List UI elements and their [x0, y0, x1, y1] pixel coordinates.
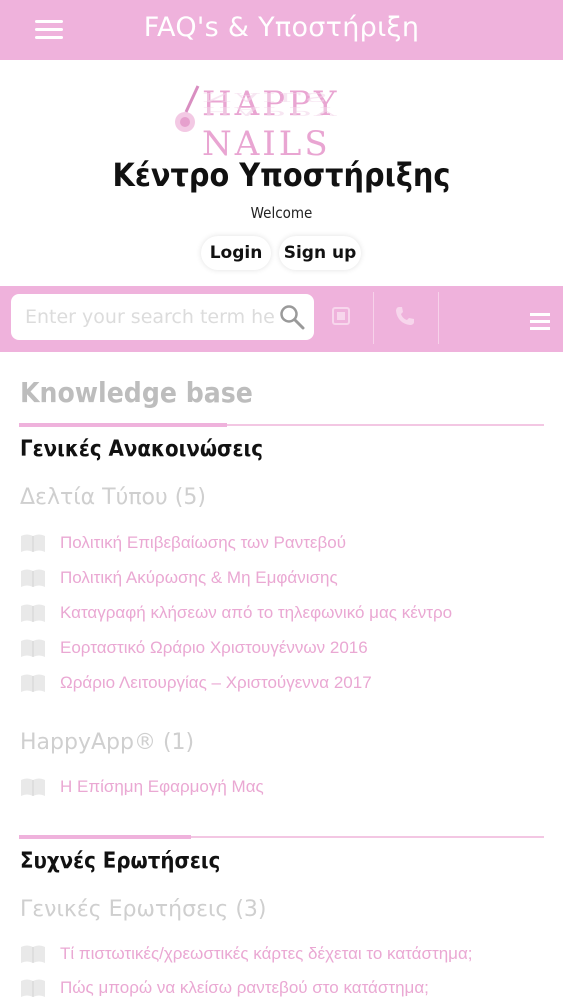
toolbar-menu-icon[interactable]	[530, 313, 550, 331]
book-icon	[21, 569, 45, 587]
section-divider	[19, 423, 544, 427]
article-link[interactable]: Τί πιστωτικές/χρεωστικές κάρτες δέχεται …	[20, 942, 473, 966]
article-link[interactable]: Πολιτική Ακύρωσης & Μη Εμφάνισης	[20, 566, 338, 590]
book-icon	[21, 778, 45, 796]
article-link[interactable]: Πώς μπορώ να κλείσω ραντεβού στο κατάστη…	[20, 976, 429, 1000]
brand-logo: HAPPY NAILS HAPPY NAILS	[172, 78, 392, 164]
login-button[interactable]: Login	[201, 236, 271, 270]
section-title[interactable]: Συχνές Ερωτήσεις	[20, 849, 220, 874]
welcome-text: Welcome	[250, 204, 313, 222]
nail-polish-icon	[175, 85, 200, 132]
article-link[interactable]: Καταγραφή κλήσεων από το τηλεφωνικό μας …	[20, 601, 452, 625]
app-bar: FAQ's & Υποστήριξη	[0, 0, 563, 60]
book-icon	[21, 639, 45, 657]
search-input[interactable]	[25, 294, 275, 340]
section-title[interactable]: Γενικές Ανακοινώσεις	[20, 437, 263, 462]
article-link[interactable]: Πολιτική Επιβεβαίωσης των Ραντεβού	[20, 531, 346, 555]
category-title[interactable]: HappyApp® (1)	[20, 730, 194, 755]
section-divider	[19, 835, 544, 839]
article-link[interactable]: Εορταστικό Ωράριο Χριστουγέννων 2016	[20, 636, 368, 660]
category-title[interactable]: Δελτία Τύπου (5)	[20, 485, 206, 510]
signup-button[interactable]: Sign up	[279, 236, 361, 270]
search-box	[11, 294, 314, 340]
article-link[interactable]: Ωράριο Λειτουργίας – Χριστούγεννα 2017	[20, 671, 372, 695]
page-title: Κέντρο Υποστήριξης	[112, 156, 451, 194]
book-icon	[21, 945, 45, 963]
phone-icon[interactable]	[393, 304, 417, 328]
search-toolbar	[0, 286, 563, 352]
book-icon	[21, 604, 45, 622]
search-icon[interactable]	[279, 304, 305, 330]
book-icon	[21, 534, 45, 552]
category-title[interactable]: Γενικές Ερωτήσεις (3)	[20, 897, 266, 922]
book-icon	[21, 979, 45, 997]
article-link[interactable]: Η Επίσημη Εφαρμογή Μας	[20, 775, 264, 799]
book-icon	[21, 674, 45, 692]
knowledge-base-title: Knowledge base	[20, 376, 253, 409]
ticket-icon[interactable]	[330, 304, 354, 328]
app-bar-title: FAQ's & Υποστήριξη	[143, 12, 420, 43]
